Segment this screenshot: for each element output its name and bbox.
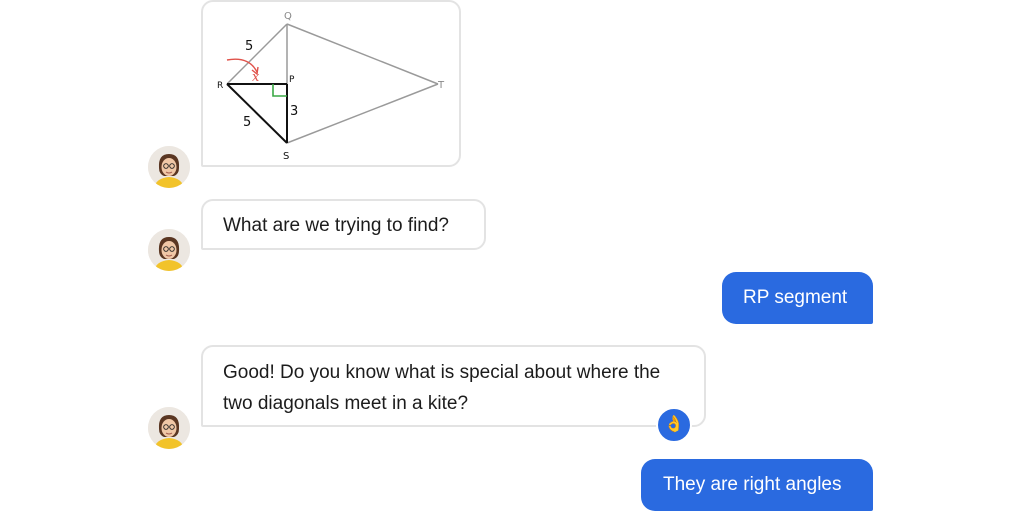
reaction-glyph: 👌 [664,416,684,433]
user-message-text: They are right angles [663,474,842,495]
vertex-t-label: T [437,80,445,91]
tutor-avatar [148,407,190,449]
user-message: They are right angles [641,459,873,511]
tutor-message-text: What are we trying to find? [223,215,449,236]
vertex-r-label: R [217,81,223,91]
vertex-s-label: S [283,151,289,162]
tutor-avatar [148,146,190,188]
vertex-p-label: P [289,75,295,85]
tutor-avatar [148,229,190,271]
side-ps-length: 3 [290,104,298,119]
vertex-q-label: Q [284,11,292,22]
kite-diagram: Q R P T S 5 5 3 x [217,11,445,162]
tutor-message-line: Good! Do you know what is special about … [223,362,661,383]
tutor-message-line: two diagonals meet in a kite? [223,393,469,414]
user-message-text: RP segment [743,287,848,308]
tutor-message: What are we trying to find? [201,199,486,250]
side-rs-length: 5 [243,115,251,130]
kite-diagram-card: Q R P T S 5 5 3 x [201,0,461,167]
tutor-avatar-icon [148,146,190,188]
tutor-avatar-icon [148,407,190,449]
right-angle-mark [272,84,287,97]
ok-hand-icon[interactable]: 👌 [656,407,692,443]
tutor-message: Good! Do you know what is special about … [201,345,706,427]
unknown-x-label: x [252,70,260,85]
tutor-avatar-icon [148,229,190,271]
user-message: RP segment [722,272,873,324]
side-rq-length: 5 [245,39,253,54]
